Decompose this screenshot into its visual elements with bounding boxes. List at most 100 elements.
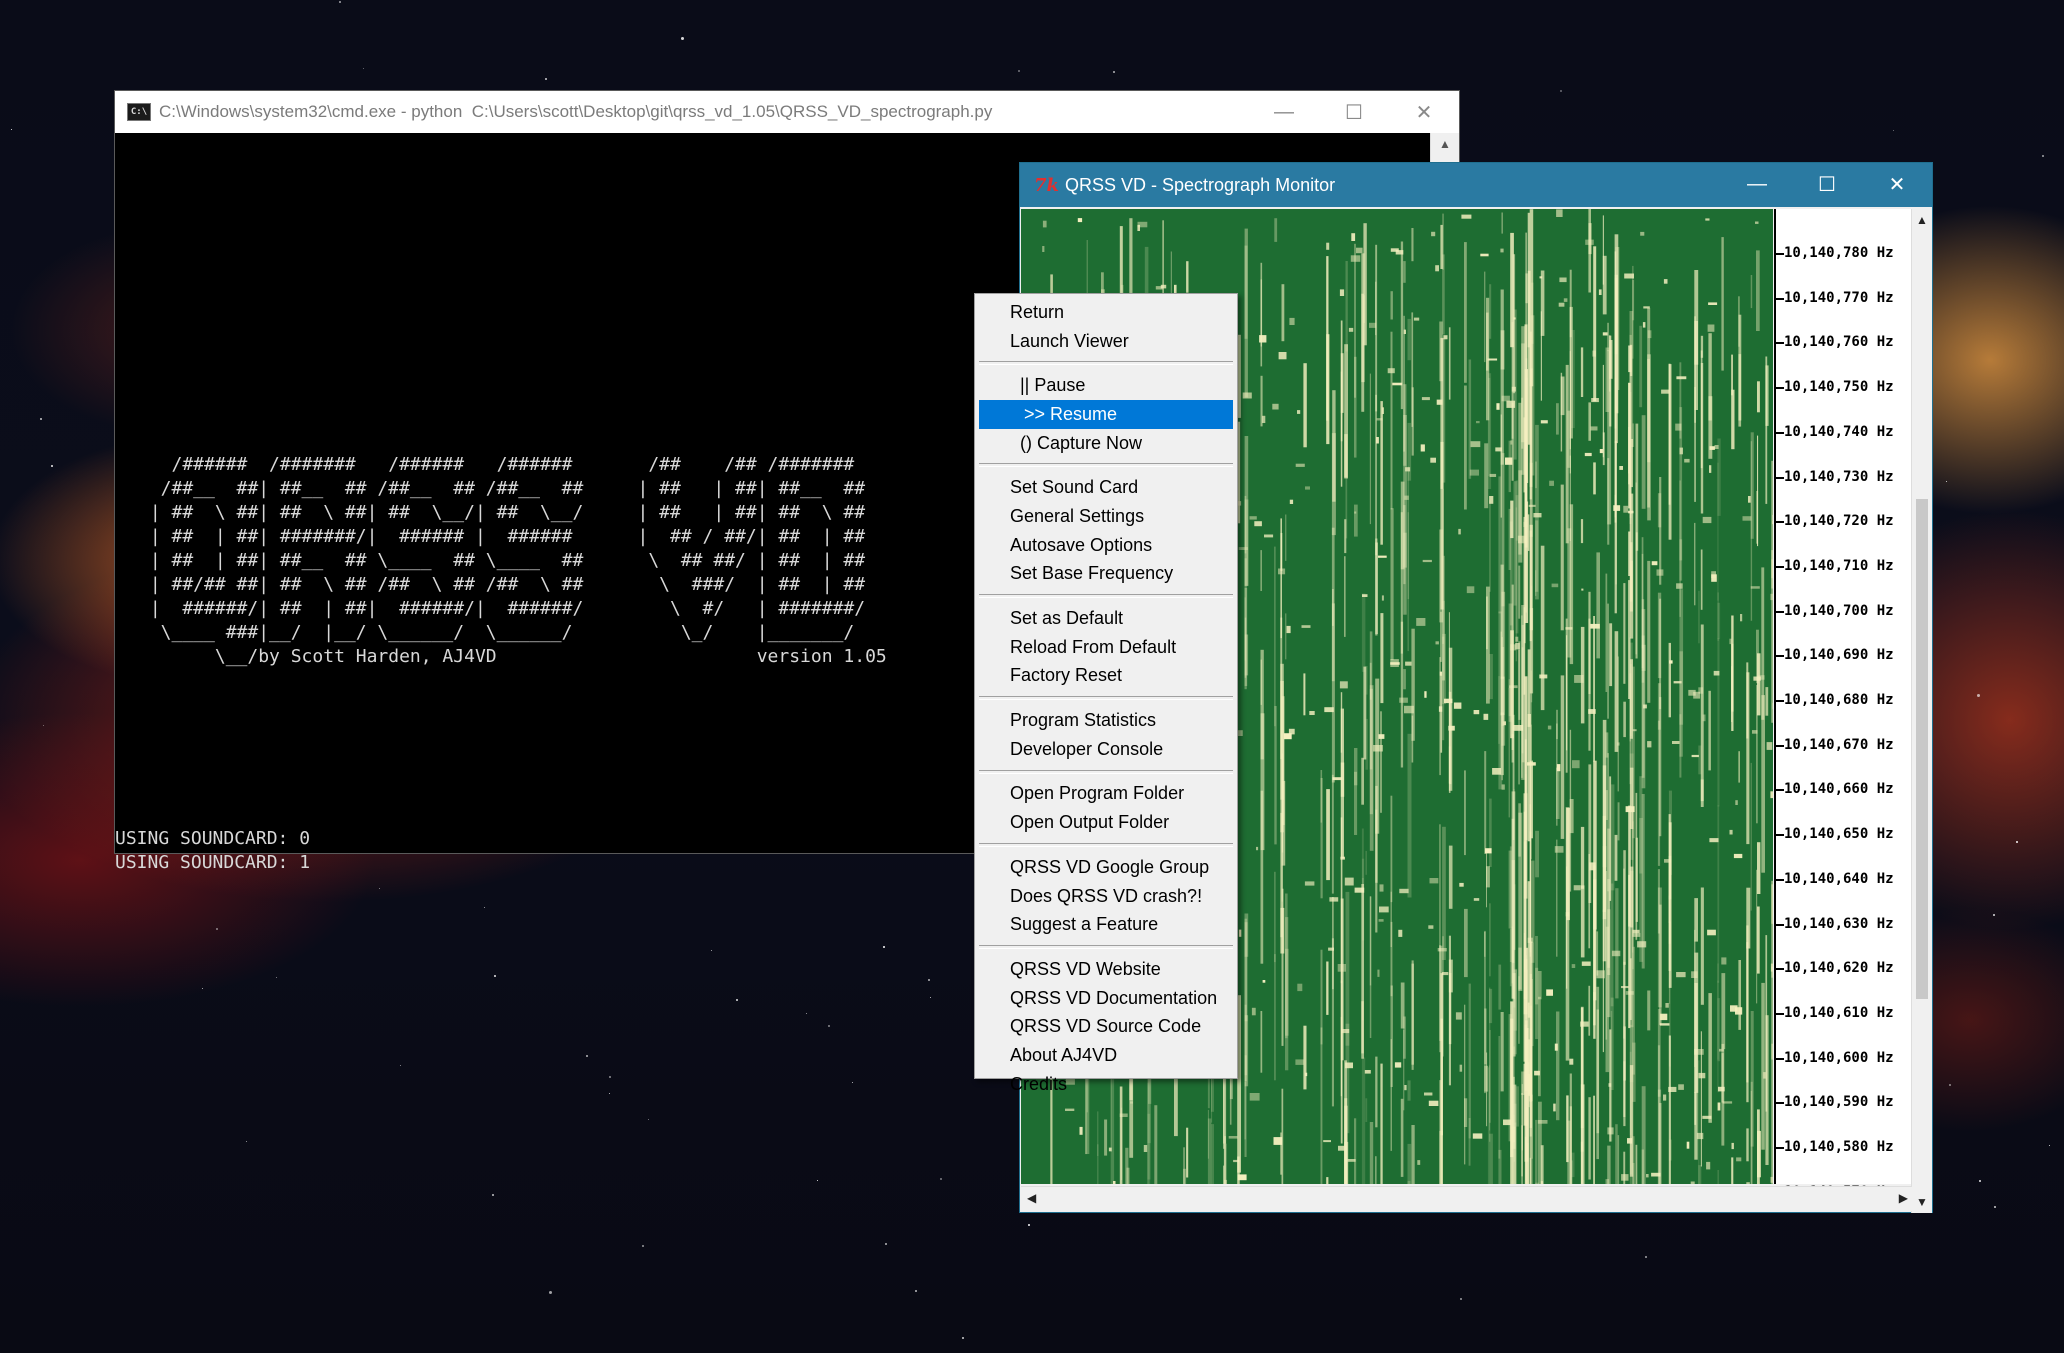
menu-item-credits[interactable]: Credits <box>975 1070 1237 1099</box>
vertical-scroll-thumb[interactable] <box>1916 499 1928 999</box>
ascii-art-line: | ## \ ##| ## \ ##| ## \__/| ## \__/ | #… <box>139 502 866 523</box>
scroll-up-arrow-icon[interactable]: ▲ <box>1431 133 1459 155</box>
star <box>484 907 486 909</box>
maximize-button[interactable]: ☐ <box>1319 91 1389 133</box>
frequency-tick <box>1776 878 1784 881</box>
menu-item-capture-now[interactable]: () Capture Now <box>975 429 1237 458</box>
minimize-button[interactable]: — <box>1249 91 1319 133</box>
qrss-horizontal-scrollbar[interactable]: ◀ ▶ <box>1021 1186 1912 1211</box>
star <box>1976 694 1980 698</box>
star <box>585 1054 588 1057</box>
star <box>929 997 931 999</box>
frequency-tick-label: 10,140,740 Hz <box>1784 423 1894 440</box>
star <box>2015 840 2018 843</box>
frequency-axis: 10,140,780 Hz 10,140,770 Hz 10,140,760 Hz 1… <box>1774 209 1912 1200</box>
star <box>201 987 203 989</box>
menu-item-general-settings[interactable]: General Settings <box>975 502 1237 531</box>
scroll-left-arrow-icon[interactable]: ◀ <box>1027 1191 1036 1205</box>
frequency-tick <box>1776 1102 1784 1105</box>
frequency-tick-label: 10,140,760 Hz <box>1784 334 1894 351</box>
star <box>816 1180 818 1182</box>
close-button[interactable]: ✕ <box>1862 163 1932 205</box>
star <box>50 464 53 467</box>
menu-item-qrss-vd-documentation[interactable]: QRSS VD Documentation <box>975 984 1237 1013</box>
maximize-button[interactable]: ☐ <box>1792 163 1862 205</box>
menu-item-qrss-vd-website[interactable]: QRSS VD Website <box>975 955 1237 984</box>
frequency-tick <box>1776 342 1784 345</box>
frequency-tick-label: 10,140,630 Hz <box>1784 915 1894 932</box>
frequency-tick <box>1776 476 1784 479</box>
star <box>883 946 886 949</box>
qrss-titlebar[interactable]: 7k QRSS VD - Spectrograph Monitor — ☐ ✕ <box>1020 163 1932 207</box>
qrss-vertical-scrollbar[interactable]: ▲ ▼ <box>1911 209 1932 1213</box>
star <box>1113 71 1116 73</box>
menu-separator <box>979 945 1233 950</box>
star <box>39 418 42 421</box>
star <box>549 1291 553 1295</box>
cmd-icon: C:\ <box>127 103 151 121</box>
ascii-art-line: /###### /####### /###### /###### /## /##… <box>139 454 855 475</box>
close-button[interactable]: ✕ <box>1389 91 1459 133</box>
menu-item-reload-from-default[interactable]: Reload From Default <box>975 633 1237 662</box>
frequency-tick <box>1776 655 1784 658</box>
tk-app-icon: 7k <box>1034 174 1059 196</box>
frequency-tick <box>1776 521 1784 524</box>
menu-separator <box>979 594 1233 599</box>
menu-item-autosave-options[interactable]: Autosave Options <box>975 531 1237 560</box>
star <box>1948 1083 1951 1086</box>
menu-item-launch-viewer[interactable]: Launch Viewer <box>975 327 1237 356</box>
menu-item-developer-console[interactable]: Developer Console <box>975 735 1237 764</box>
cmd-window-controls: — ☐ ✕ <box>1249 91 1459 133</box>
menu-item-qrss-vd-google-group[interactable]: QRSS VD Google Group <box>975 853 1237 882</box>
menu-item-program-statistics[interactable]: Program Statistics <box>975 706 1237 735</box>
star <box>362 67 364 69</box>
frequency-tick <box>1776 1057 1784 1060</box>
console-line: USING SOUNDCARD: 1 <box>115 852 311 873</box>
star <box>851 1082 853 1084</box>
menu-item-qrss-vd-source-code[interactable]: QRSS VD Source Code <box>975 1012 1237 1041</box>
menu-item-set-base-frequency[interactable]: Set Base Frequency <box>975 560 1237 589</box>
menu-item-suggest-a-feature[interactable]: Suggest a Feature <box>975 910 1237 939</box>
frequency-tick-label: 10,140,700 Hz <box>1784 602 1894 619</box>
menu-item-resume[interactable]: >> Resume <box>979 400 1233 429</box>
star <box>736 998 739 1001</box>
cmd-titlebar[interactable]: C:\ C:\Windows\system32\cmd.exe - python… <box>115 91 1459 133</box>
ascii-art-line: | ## | ##| #######/| ###### | ###### | #… <box>139 526 866 547</box>
star <box>827 1024 830 1027</box>
frequency-tick-label: 10,140,580 Hz <box>1784 1139 1894 1155</box>
menu-item-does-qrss-vd-crash[interactable]: Does QRSS VD crash?! <box>975 882 1237 911</box>
frequency-tick <box>1776 789 1784 792</box>
star <box>43 725 45 727</box>
frequency-tick <box>1776 744 1784 747</box>
frequency-tick-label: 10,140,590 Hz <box>1784 1094 1894 1111</box>
frequency-tick <box>1776 610 1784 613</box>
star <box>711 950 713 952</box>
star <box>10 129 12 131</box>
menu-item-set-sound-card[interactable]: Set Sound Card <box>975 473 1237 502</box>
menu-item-set-as-default[interactable]: Set as Default <box>975 604 1237 633</box>
scroll-right-arrow-icon[interactable]: ▶ <box>1899 1191 1908 1205</box>
star <box>648 1118 650 1120</box>
context-menu[interactable]: Return Launch Viewer || Pause >> Resume() C… <box>974 293 1238 1094</box>
menu-item-about-aj4vd[interactable]: About AJ4VD <box>975 1041 1237 1070</box>
ascii-art-line: /##__ ##| ##__ ## /##__ ## /##__ ## | ##… <box>139 478 866 499</box>
frequency-tick <box>1776 968 1784 971</box>
star <box>681 37 684 41</box>
frequency-tick <box>1776 253 1784 255</box>
menu-item-return[interactable]: Return <box>975 298 1237 327</box>
cmd-window-title: C:\Windows\system32\cmd.exe - python C:\… <box>159 102 993 121</box>
minimize-button[interactable]: — <box>1722 163 1792 205</box>
scroll-up-arrow-icon[interactable]: ▲ <box>1916 213 1928 227</box>
scroll-down-arrow-icon[interactable]: ▼ <box>1916 1195 1928 1209</box>
menu-item-open-program-folder[interactable]: Open Program Folder <box>975 780 1237 809</box>
star <box>928 978 931 981</box>
star <box>915 1290 918 1293</box>
menu-item-factory-reset[interactable]: Factory Reset <box>975 662 1237 691</box>
frequency-tick-label: 10,140,750 Hz <box>1784 379 1894 396</box>
menu-item-open-output-folder[interactable]: Open Output Folder <box>975 808 1237 837</box>
frequency-tick-label: 10,140,690 Hz <box>1784 647 1894 664</box>
menu-item-pause[interactable]: || Pause <box>975 371 1237 400</box>
frequency-tick-label: 10,140,730 Hz <box>1784 468 1894 485</box>
star <box>245 1140 247 1142</box>
star <box>1027 1223 1030 1226</box>
